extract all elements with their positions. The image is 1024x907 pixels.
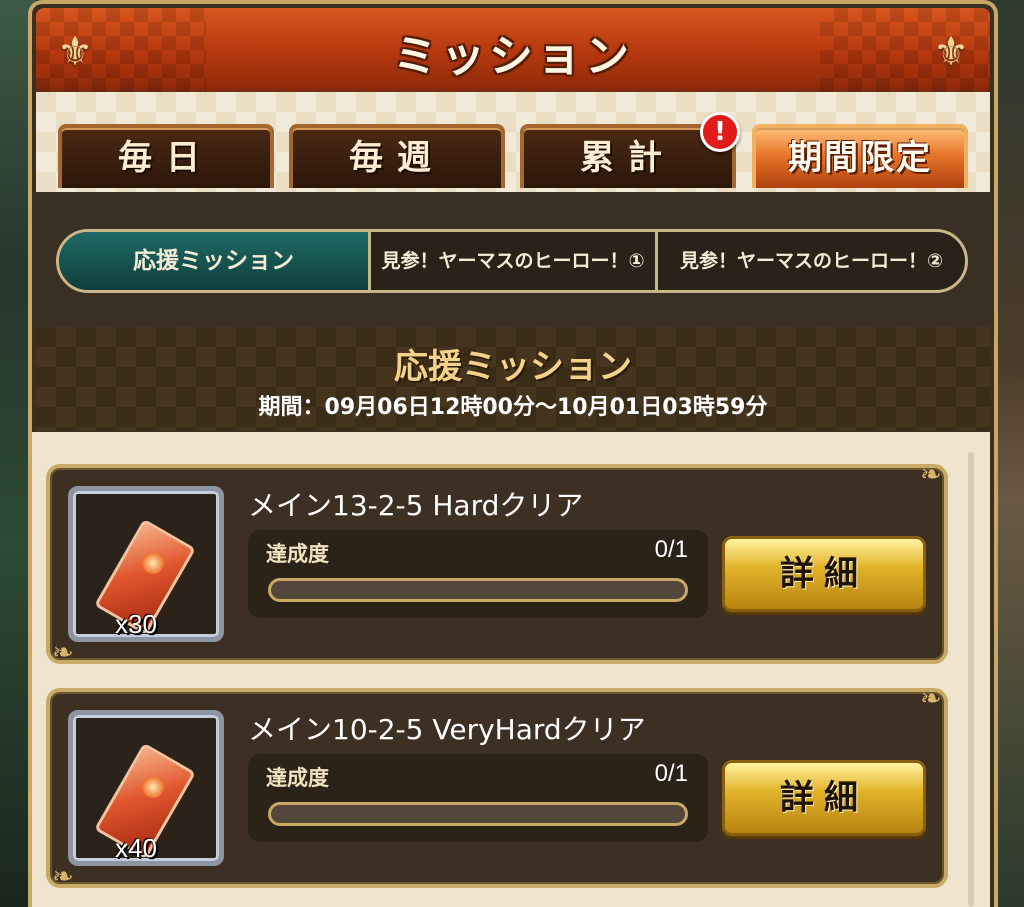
sub-tab-bar: 応援ミッション 見参！ヤーマスのヒーロー！① 見参！ヤーマスのヒーロー！②	[56, 229, 968, 293]
subtab-label: 見参！ヤーマスのヒーロー！②	[679, 250, 944, 272]
subtab-hero-1[interactable]: 見参！ヤーマスのヒーロー！①	[371, 232, 658, 290]
progress-value: 0/1	[654, 536, 688, 563]
alert-badge-icon: !	[700, 112, 740, 152]
progress-label: 達成度	[266, 542, 329, 566]
section-header: 応援ミッション 期間：09月06日12時00分～10月01日03時59分	[36, 327, 990, 431]
subtab-hero-2[interactable]: 見参！ヤーマスのヒーロー！②	[658, 232, 965, 290]
section-title: 応援ミッション	[394, 347, 632, 387]
subtab-support-mission[interactable]: 応援ミッション	[59, 232, 371, 290]
mission-name: メイン10-2-5 VeryHardクリア	[248, 713, 646, 746]
subtab-label: 見参！ヤーマスのヒーロー！①	[381, 250, 645, 272]
tab-daily[interactable]: 毎日	[58, 124, 274, 188]
subtab-label: 応援ミッション	[133, 248, 294, 274]
corner-ornament-icon: ❧	[920, 460, 942, 490]
progress-value: 0/1	[654, 760, 688, 787]
detail-button[interactable]: 詳細	[722, 536, 926, 612]
reward-item-frame[interactable]: x30	[68, 486, 224, 642]
mission-card: ❧ ❧ x40 メイン10-2-5 VeryHardクリア 達成度 0/1 詳細	[46, 684, 948, 892]
header-bar: ⚜ ⚜ ミッション	[36, 8, 990, 92]
mission-name: メイン13-2-5 Hardクリア	[248, 489, 584, 522]
page-title: ミッション	[393, 31, 633, 82]
corner-ornament-icon: ❧	[920, 684, 942, 714]
detail-button[interactable]: 詳細	[722, 760, 926, 836]
corner-ornament-icon: ❧	[52, 638, 74, 668]
progress-bar	[268, 802, 688, 826]
mission-card: ❧ ❧ x30 メイン13-2-5 Hardクリア 達成度 0/1 詳細	[46, 460, 948, 668]
progress-box: 達成度 0/1	[248, 754, 708, 842]
scrollbar[interactable]	[968, 452, 974, 907]
reward-item-frame[interactable]: x40	[68, 710, 224, 866]
tab-limited-time[interactable]: 期間限定	[752, 124, 968, 188]
progress-label: 達成度	[266, 766, 329, 790]
reward-quantity: x30	[115, 609, 157, 639]
progress-box: 達成度 0/1	[248, 530, 708, 618]
reward-quantity: x40	[115, 833, 157, 863]
corner-ornament-icon: ❧	[52, 862, 74, 892]
section-period: 期間：09月06日12時00分～10月01日03時59分	[258, 395, 768, 420]
progress-bar	[268, 578, 688, 602]
tab-weekly[interactable]: 毎週	[289, 124, 505, 188]
